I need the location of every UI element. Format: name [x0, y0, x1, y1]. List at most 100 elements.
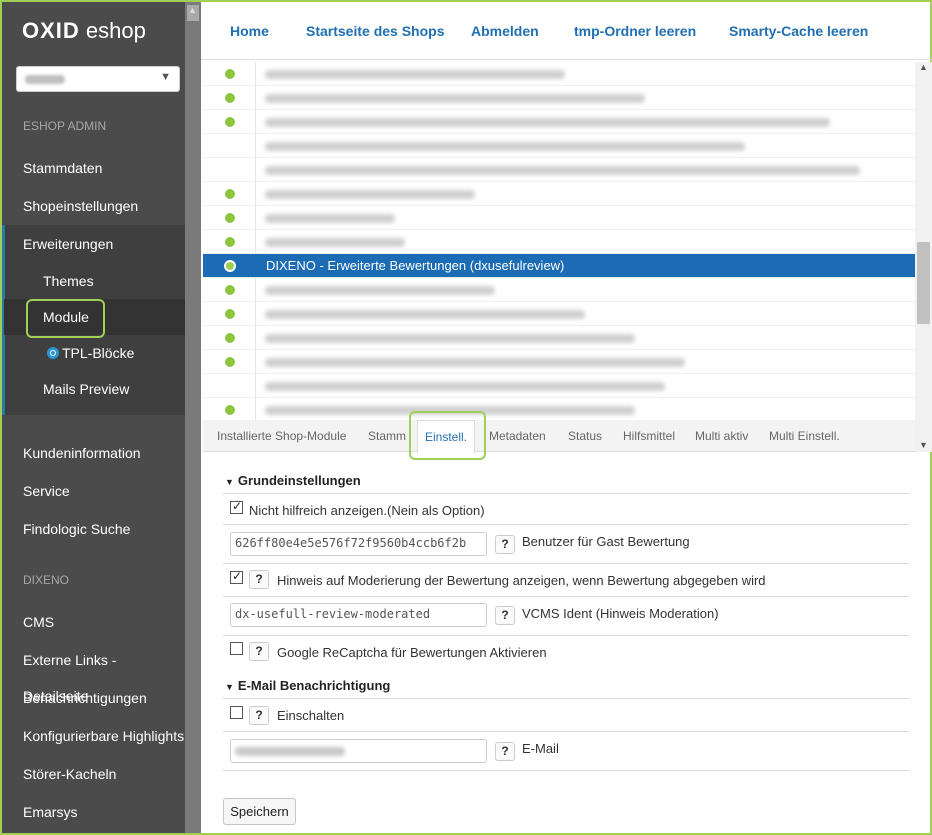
active-status-icon: [225, 309, 235, 319]
scroll-down-icon[interactable]: ▼: [919, 440, 928, 450]
email-value-redacted: [235, 747, 345, 756]
sidebar-item-emarsys[interactable]: Emarsys: [2, 794, 185, 830]
sidebar-item-erweiterungen[interactable]: Erweiterungen: [2, 226, 185, 262]
active-status-icon: [225, 285, 235, 295]
help-button[interactable]: ?: [495, 535, 515, 554]
chevron-down-icon: ▼: [160, 71, 171, 83]
tab-hilfsmittel[interactable]: Hilfsmittel: [623, 429, 675, 443]
list-item[interactable]: [203, 134, 915, 158]
sidebar-subitem-tpl-bloecke[interactable]: TPL-Blöcke: [4, 335, 185, 371]
label-email: E-Mail: [522, 741, 559, 756]
list-item[interactable]: [203, 62, 915, 86]
help-button[interactable]: ?: [495, 742, 515, 761]
module-tabs: Installierte Shop-Module Stamm Einstell.…: [203, 411, 915, 460]
active-status-icon: [225, 117, 235, 127]
sidebar-item-highlights[interactable]: Konfigurierbare Highlights: [2, 718, 185, 754]
list-item[interactable]: [203, 86, 915, 110]
selected-module-label: DIXENO - Erweiterte Bewertungen (dxusefu…: [266, 258, 565, 273]
help-button[interactable]: ?: [249, 642, 269, 661]
sidebar-item-benachrichtigungen[interactable]: Benachrichtigungen: [2, 680, 185, 716]
input-email[interactable]: [230, 739, 487, 763]
list-item[interactable]: [203, 326, 915, 350]
active-status-icon: [225, 189, 235, 199]
sidebar-item-kundeninformation[interactable]: Kundeninformation: [2, 435, 185, 471]
active-status-icon: [225, 237, 235, 247]
module-list: DIXENO - Erweiterte Bewertungen (dxusefu…: [203, 62, 915, 420]
help-button[interactable]: ?: [249, 570, 269, 589]
shop-select-value: [25, 75, 65, 84]
list-item[interactable]: [203, 206, 915, 230]
sidebar-item-service[interactable]: Service: [2, 473, 185, 509]
nav-link-tmp-ordner[interactable]: tmp-Ordner leeren: [574, 23, 696, 39]
label-vcms-ident: VCMS Ident (Hinweis Moderation): [522, 606, 719, 621]
sidebar-scrollbar[interactable]: ▲: [185, 2, 201, 833]
sidebar-item-cms[interactable]: CMS: [2, 604, 185, 640]
label-hinweis-moderierung: Hinweis auf Moderierung der Bewertung an…: [277, 573, 766, 588]
top-navigation: Home Startseite des Shops Abmelden tmp-O…: [201, 2, 932, 60]
active-status-icon: [224, 260, 236, 272]
active-status-icon: [225, 357, 235, 367]
tpl-blocks-icon: [47, 347, 59, 359]
collapse-arrow-icon: ▼: [225, 477, 234, 487]
tab-multi-aktiv[interactable]: Multi aktiv: [695, 429, 748, 443]
section-heading-eshop-admin: ESHOP ADMIN: [23, 119, 107, 133]
active-status-icon: [225, 405, 235, 415]
sidebar: OXID eshop ▼ ESHOP ADMIN Stammdaten Shop…: [2, 2, 201, 833]
sidebar-subitem-mails-preview[interactable]: Mails Preview: [4, 371, 185, 407]
sidebar-subitem-themes[interactable]: Themes: [4, 263, 185, 299]
section-heading-dixeno: DIXENO: [23, 573, 70, 587]
tab-stamm[interactable]: Stamm: [368, 429, 406, 443]
checkbox-recaptcha[interactable]: [230, 642, 243, 655]
nav-link-smarty-cache[interactable]: Smarty-Cache leeren: [729, 23, 868, 39]
list-item[interactable]: [203, 350, 915, 374]
shop-select[interactable]: ▼: [16, 66, 180, 92]
scroll-up-icon: ▲: [188, 5, 197, 15]
module-list-scroll-thumb[interactable]: [917, 242, 930, 324]
list-item[interactable]: [203, 278, 915, 302]
sidebar-item-shopeinstellungen[interactable]: Shopeinstellungen: [2, 188, 185, 224]
tab-metadaten[interactable]: Metadaten: [489, 429, 546, 443]
module-list-scrollbar[interactable]: ▲ ▼: [915, 62, 932, 452]
active-status-icon: [225, 333, 235, 343]
list-item[interactable]: [203, 182, 915, 206]
label-nicht-hilfreich: Nicht hilfreich anzeigen.(Nein als Optio…: [249, 503, 485, 518]
active-status-icon: [225, 93, 235, 103]
input-gast-benutzer[interactable]: 626ff80e4e5e576f72f9560b4ccb6f2b: [230, 532, 487, 556]
module-highlight-box: [26, 299, 105, 338]
list-item[interactable]: [203, 158, 915, 182]
list-item[interactable]: [203, 230, 915, 254]
label-recaptcha: Google ReCaptcha für Bewertungen Aktivie…: [277, 645, 547, 660]
active-status-icon: [225, 213, 235, 223]
save-button[interactable]: Speichern: [223, 798, 296, 825]
tab-highlight-box: [409, 411, 486, 460]
oxid-logo: OXID eshop: [22, 18, 146, 43]
checkbox-hinweis-moderierung[interactable]: [230, 569, 243, 584]
collapse-arrow-icon: ▼: [225, 682, 234, 692]
group-grundeinstellungen[interactable]: ▼ Grundeinstellungen: [225, 473, 361, 488]
sidebar-item-stoerer-kacheln[interactable]: Störer-Kacheln: [2, 756, 185, 792]
tab-status[interactable]: Status: [568, 429, 602, 443]
nav-link-home[interactable]: Home: [230, 23, 269, 39]
tab-installierte-module[interactable]: Installierte Shop-Module: [217, 429, 346, 443]
sidebar-item-stammdaten[interactable]: Stammdaten: [2, 150, 185, 186]
group-email-benachrichtigung[interactable]: ▼ E-Mail Benachrichtigung: [225, 678, 390, 693]
sidebar-subitem-tpl-label: TPL-Blöcke: [62, 345, 135, 361]
checkbox-nicht-hilfreich[interactable]: [230, 499, 243, 514]
tab-multi-einstell[interactable]: Multi Einstell.: [769, 429, 840, 443]
scroll-up-icon[interactable]: ▲: [919, 62, 928, 72]
list-item[interactable]: [203, 398, 915, 420]
list-item[interactable]: [203, 110, 915, 134]
list-item[interactable]: [203, 374, 915, 398]
help-button[interactable]: ?: [249, 706, 269, 725]
list-item-selected[interactable]: DIXENO - Erweiterte Bewertungen (dxusefu…: [203, 254, 915, 278]
list-item[interactable]: [203, 302, 915, 326]
nav-link-startseite[interactable]: Startseite des Shops: [306, 23, 445, 39]
nav-link-abmelden[interactable]: Abmelden: [471, 23, 539, 39]
help-button[interactable]: ?: [495, 606, 515, 625]
active-status-icon: [225, 69, 235, 79]
label-einschalten: Einschalten: [277, 708, 345, 723]
checkbox-einschalten[interactable]: [230, 706, 243, 719]
input-vcms-ident[interactable]: dx-usefull-review-moderated: [230, 603, 487, 627]
sidebar-item-externe-links[interactable]: Externe Links - Detailseite: [2, 642, 185, 704]
sidebar-item-findologic[interactable]: Findologic Suche: [2, 511, 185, 547]
